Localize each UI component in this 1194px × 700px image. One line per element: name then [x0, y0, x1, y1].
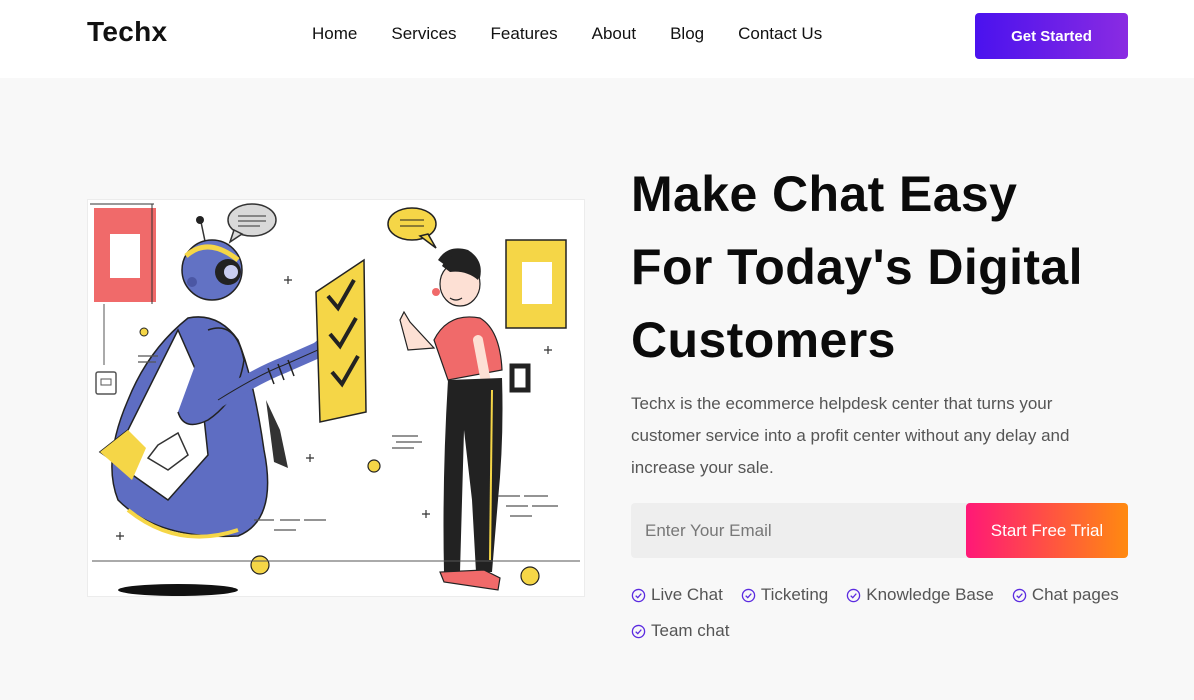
check-circle-icon: [741, 588, 756, 602]
nav-link-features[interactable]: Features: [491, 24, 558, 44]
feature-label: Chat pages: [1031, 585, 1119, 604]
hero-illustration: [87, 199, 585, 597]
nav-links: Home Services Features About Blog Contac…: [312, 24, 822, 44]
email-signup-form: Start Free Trial: [631, 503, 1128, 558]
feature-item: Team chat: [631, 620, 729, 642]
feature-item: Knowledge Base: [846, 584, 994, 606]
hero-title: Make Chat Easy For Today's Digital Custo…: [631, 158, 1151, 377]
nav-link-about[interactable]: About: [592, 24, 636, 44]
hero-title-line-1: Make Chat Easy: [631, 166, 1018, 222]
logo[interactable]: Techx: [87, 16, 167, 48]
check-circle-icon: [846, 588, 861, 602]
hero-title-line-2: For Today's Digital: [631, 239, 1083, 295]
feature-list: Live Chat Ticketing Knowledge Base Chat …: [631, 584, 1141, 642]
nav-link-services[interactable]: Services: [391, 24, 456, 44]
feature-label: Knowledge Base: [866, 585, 994, 604]
nav-link-blog[interactable]: Blog: [670, 24, 704, 44]
check-circle-icon: [631, 588, 646, 602]
feature-item: Ticketing: [741, 584, 828, 606]
navbar: Techx Home Services Features About Blog …: [0, 0, 1194, 78]
feature-label: Team chat: [651, 621, 730, 640]
feature-item: Chat pages: [1012, 584, 1119, 606]
check-circle-icon: [1012, 588, 1027, 602]
start-free-trial-button[interactable]: Start Free Trial: [966, 503, 1128, 558]
email-input[interactable]: [631, 503, 971, 558]
get-started-button[interactable]: Get Started: [975, 13, 1128, 59]
feature-item: Live Chat: [631, 584, 723, 606]
hero-title-line-3: Customers: [631, 312, 896, 368]
nav-link-contact[interactable]: Contact Us: [738, 24, 822, 44]
robot-chat-illustration: [90, 203, 580, 596]
feature-label: Ticketing: [760, 585, 829, 604]
feature-label: Live Chat: [651, 585, 723, 604]
nav-link-home[interactable]: Home: [312, 24, 357, 44]
hero-description: Techx is the ecommerce helpdesk center t…: [631, 394, 1070, 477]
check-circle-icon: [631, 624, 646, 638]
